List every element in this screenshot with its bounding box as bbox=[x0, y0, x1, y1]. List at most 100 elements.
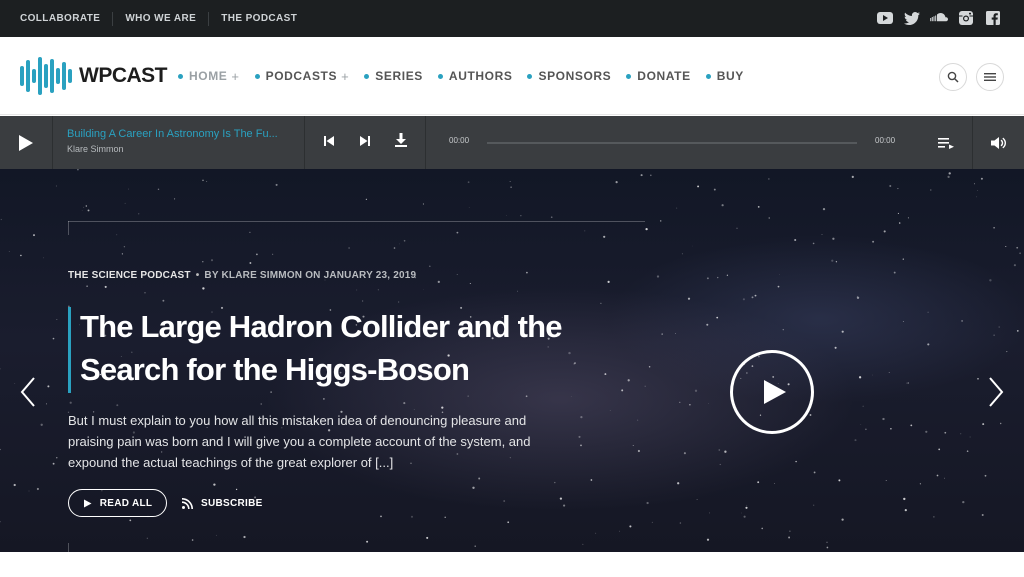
star bbox=[600, 302, 602, 304]
star bbox=[563, 504, 566, 507]
star bbox=[210, 259, 214, 262]
search-icon bbox=[947, 71, 959, 83]
star bbox=[444, 516, 446, 519]
volume-button[interactable] bbox=[972, 116, 1024, 169]
hero-divider-line bbox=[68, 221, 645, 222]
star bbox=[393, 247, 396, 249]
nav-label: BUY bbox=[716, 69, 744, 83]
slider-next-arrow[interactable] bbox=[986, 375, 1006, 409]
star bbox=[838, 479, 841, 482]
star bbox=[469, 282, 471, 285]
star bbox=[813, 504, 815, 506]
star bbox=[813, 471, 816, 474]
star bbox=[256, 253, 258, 256]
star bbox=[627, 379, 630, 382]
star bbox=[603, 235, 606, 238]
hero-slider: THE SCIENCE PODCAST • BY KLARE SIMMON ON J… bbox=[0, 169, 1024, 552]
player-play-button[interactable] bbox=[0, 116, 53, 169]
nav-dot bbox=[364, 73, 370, 79]
star bbox=[962, 500, 965, 504]
site-logo[interactable]: WPCAST bbox=[20, 53, 168, 99]
nav-label: DONATE bbox=[637, 69, 691, 83]
twitter-icon[interactable] bbox=[903, 9, 921, 27]
nav-item-home[interactable]: HOME + bbox=[178, 69, 240, 84]
star bbox=[656, 275, 660, 278]
hero-play-button[interactable] bbox=[730, 350, 814, 434]
star bbox=[206, 180, 208, 182]
post-meta: THE SCIENCE PODCAST • BY KLARE SIMMON ON J… bbox=[68, 270, 416, 281]
star bbox=[467, 395, 469, 397]
subscribe-button[interactable]: SUBSCRIBE bbox=[182, 489, 263, 517]
chevron-left-icon bbox=[20, 377, 35, 407]
nav-item-buy[interactable]: BUY bbox=[705, 69, 744, 83]
star bbox=[860, 424, 862, 426]
star bbox=[661, 333, 663, 335]
next-track-button[interactable] bbox=[359, 134, 371, 152]
player-progress-bar[interactable] bbox=[487, 142, 857, 144]
star bbox=[697, 185, 700, 188]
star bbox=[862, 405, 864, 407]
star bbox=[717, 276, 719, 279]
read-all-button[interactable]: READ ALL bbox=[68, 489, 167, 517]
star bbox=[989, 279, 992, 282]
nav-dot bbox=[437, 73, 443, 79]
star bbox=[898, 222, 901, 224]
star bbox=[976, 196, 978, 198]
nav-item-podcasts[interactable]: PODCASTS + bbox=[254, 69, 350, 84]
star bbox=[87, 209, 90, 212]
menu-button[interactable] bbox=[976, 63, 1004, 91]
nav-dot bbox=[527, 73, 533, 79]
skip-previous-icon bbox=[324, 135, 334, 146]
youtube-icon[interactable] bbox=[876, 9, 894, 27]
star bbox=[191, 539, 194, 541]
star bbox=[619, 530, 621, 532]
star bbox=[526, 271, 528, 274]
star bbox=[637, 419, 639, 421]
slider-prev-arrow[interactable] bbox=[18, 375, 38, 409]
nav-item-donate[interactable]: DONATE bbox=[626, 69, 690, 83]
star bbox=[889, 185, 892, 187]
download-button[interactable] bbox=[395, 133, 407, 152]
previous-track-button[interactable] bbox=[323, 134, 335, 152]
star bbox=[615, 181, 618, 184]
playlist-icon bbox=[938, 137, 954, 149]
star bbox=[550, 216, 553, 219]
top-link-who-we-are[interactable]: WHO WE ARE bbox=[112, 11, 208, 26]
nav-item-authors[interactable]: AUTHORS bbox=[437, 69, 513, 83]
top-link-collaborate[interactable]: COLLABORATE bbox=[20, 12, 112, 26]
star bbox=[936, 474, 939, 477]
facebook-icon[interactable] bbox=[984, 9, 1002, 27]
rss-icon bbox=[182, 497, 193, 509]
skip-next-icon bbox=[360, 135, 370, 146]
player-track-title[interactable]: Building A Career In Astronomy Is The Fu… bbox=[67, 128, 292, 140]
volume-icon bbox=[990, 136, 1006, 149]
post-category[interactable]: THE SCIENCE PODCAST bbox=[68, 270, 191, 281]
subscribe-label: SUBSCRIBE bbox=[201, 497, 263, 509]
star bbox=[116, 404, 119, 407]
search-button[interactable] bbox=[939, 63, 967, 91]
star bbox=[851, 175, 854, 179]
star bbox=[856, 295, 858, 297]
playlist-button[interactable] bbox=[920, 116, 972, 169]
soundcloud-icon[interactable] bbox=[930, 9, 948, 27]
star bbox=[694, 389, 698, 392]
star bbox=[1013, 264, 1016, 267]
star bbox=[689, 404, 691, 406]
nav-item-series[interactable]: SERIES bbox=[364, 69, 423, 83]
instagram-icon[interactable] bbox=[957, 9, 975, 27]
star bbox=[0, 448, 1, 451]
star bbox=[944, 477, 945, 479]
star bbox=[272, 253, 274, 255]
top-link-the-podcast[interactable]: THE PODCAST bbox=[208, 11, 309, 26]
nav-dot bbox=[178, 73, 183, 79]
star bbox=[270, 391, 272, 393]
star bbox=[509, 181, 511, 182]
star bbox=[146, 537, 148, 539]
star bbox=[676, 207, 678, 209]
star bbox=[505, 215, 507, 217]
star bbox=[741, 512, 742, 514]
star bbox=[925, 430, 928, 433]
post-title[interactable]: The Large Hadron Collider and the Search… bbox=[80, 305, 600, 391]
star bbox=[854, 439, 857, 442]
nav-item-sponsors[interactable]: SPONSORS bbox=[527, 69, 611, 83]
